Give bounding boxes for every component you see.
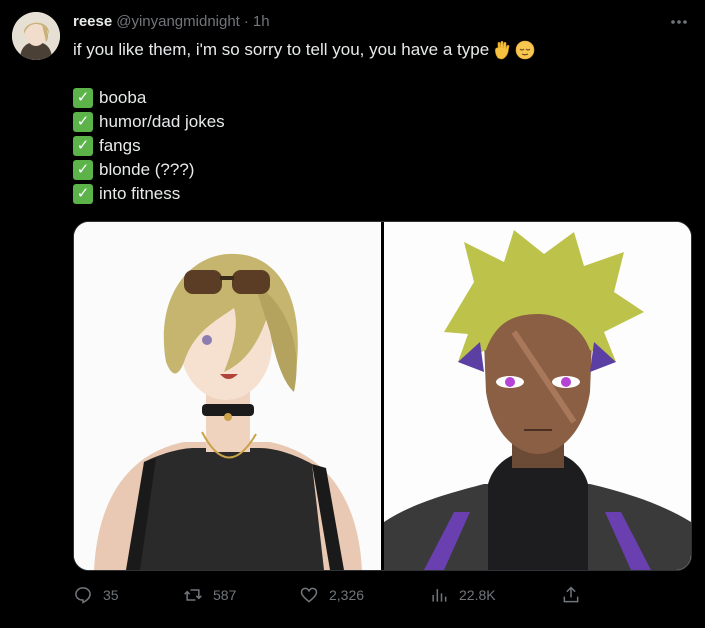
check-mark-icon: ✓	[73, 112, 93, 132]
separator: ·	[243, 13, 249, 30]
retweet-button[interactable]: 587	[183, 583, 236, 607]
tweet-line: if you like them, i'm so sorry to tell y…	[73, 38, 535, 62]
share-button[interactable]	[561, 583, 581, 607]
list-item-text: blonde (???)	[99, 160, 195, 179]
list-item-text: booba	[99, 88, 147, 107]
media-grid	[73, 221, 692, 571]
more-icon[interactable]	[669, 12, 689, 32]
reply-count: 35	[103, 587, 119, 603]
tweet-line-text: if you like them, i'm so sorry to tell y…	[73, 40, 490, 59]
character-image-right[interactable]	[384, 222, 691, 570]
tweet: reese @yinyangmidnight · 1h if you like …	[0, 0, 705, 628]
list-item: ✓ into fitness	[73, 182, 535, 206]
like-button[interactable]: 2,326	[299, 583, 364, 607]
list-item-text: fangs	[99, 136, 141, 155]
check-mark-icon: ✓	[73, 88, 93, 108]
like-count: 2,326	[329, 587, 365, 603]
check-mark-icon: ✓	[73, 160, 93, 180]
raised-hand-emoji-icon	[492, 40, 512, 60]
heart-icon	[300, 587, 318, 603]
avatar[interactable]	[12, 12, 60, 60]
reply-icon	[75, 587, 91, 604]
list-item: ✓ humor/dad jokes	[73, 110, 535, 134]
check-mark-icon: ✓	[73, 184, 93, 204]
views-button[interactable]: 22.8K	[429, 583, 496, 607]
list-item-text: humor/dad jokes	[99, 112, 225, 131]
share-icon	[563, 586, 579, 603]
character-image-left[interactable]	[74, 222, 380, 570]
list-item: ✓ booba	[73, 86, 535, 110]
reply-button[interactable]: 35	[73, 583, 119, 607]
list-item: ✓ fangs	[73, 134, 535, 158]
views-icon	[432, 589, 447, 602]
view-count: 22.8K	[459, 587, 496, 603]
tweet-text: if you like them, i'm so sorry to tell y…	[73, 38, 535, 206]
retweet-count: 587	[213, 587, 237, 603]
tweet-header: reese @yinyangmidnight · 1h	[73, 13, 270, 30]
retweet-icon	[184, 589, 202, 601]
author-handle[interactable]: @yinyangmidnight	[116, 13, 240, 30]
relieved-face-emoji-icon	[515, 40, 535, 60]
check-mark-icon: ✓	[73, 136, 93, 156]
timestamp[interactable]: 1h	[253, 13, 270, 30]
list-item-text: into fitness	[99, 184, 181, 203]
list-item: ✓ blonde (???)	[73, 158, 535, 182]
action-bar: 35 587 2,326 22.8K	[73, 583, 603, 607]
author-name[interactable]: reese	[73, 13, 112, 30]
